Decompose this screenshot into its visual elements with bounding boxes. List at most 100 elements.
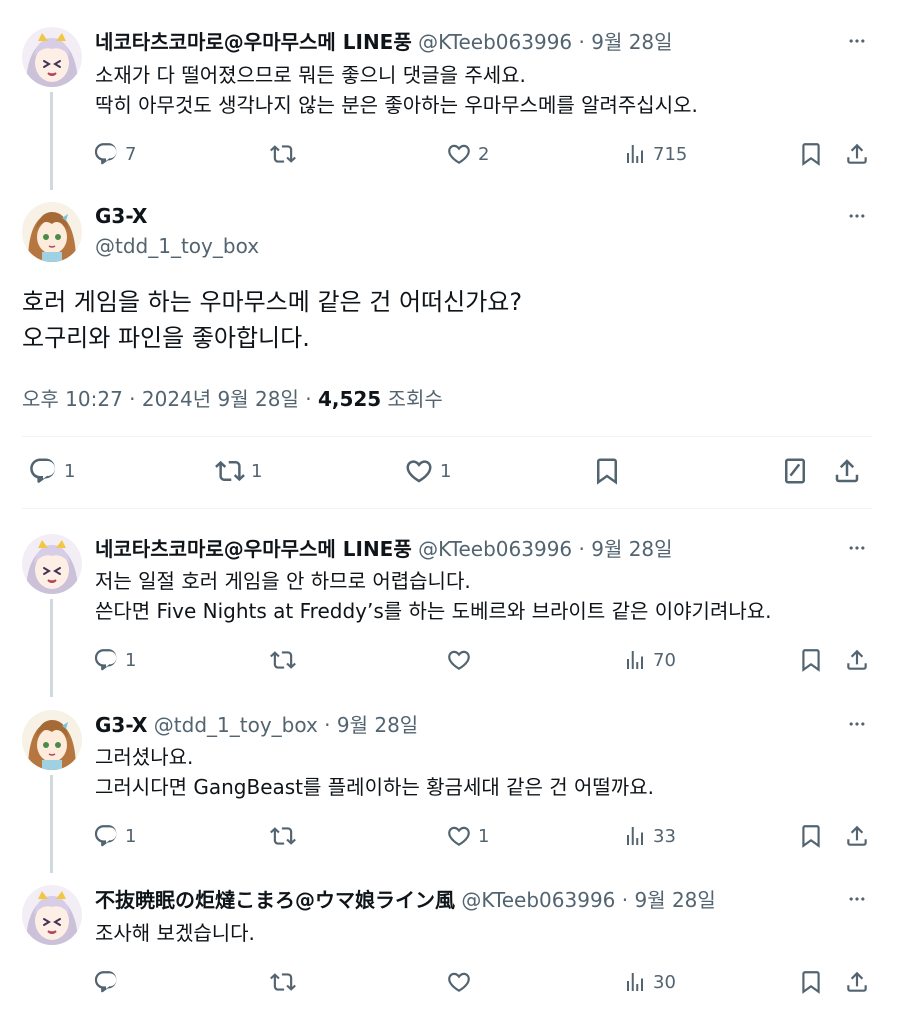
like-button[interactable]: 2: [446, 139, 489, 169]
author-meta[interactable]: @KTeeb063996 · 9월 28일: [418, 30, 672, 54]
retweet-button[interactable]: [270, 821, 302, 851]
tweet-text: 조사해 보겠습니다.: [95, 918, 255, 948]
retweet-icon: [270, 969, 296, 995]
author-meta[interactable]: @KTeeb063996 · 9월 28일: [461, 888, 715, 912]
views-button[interactable]: 30: [623, 967, 676, 997]
share-button[interactable]: [832, 456, 862, 486]
retweet-icon: [270, 823, 296, 849]
share-button[interactable]: [844, 645, 870, 675]
like-button[interactable]: 1: [404, 456, 451, 486]
share-button[interactable]: [844, 821, 870, 851]
views-icon: [623, 648, 647, 672]
heart-icon: [446, 647, 472, 673]
author-name[interactable]: 不抜暁眠の炬燵こまろ@ウマ娘ライン風: [95, 888, 455, 912]
reply-icon: [93, 141, 119, 167]
like-count: 1: [478, 825, 490, 847]
like-button[interactable]: [446, 967, 478, 997]
author-name[interactable]: G3-X: [95, 713, 147, 737]
avatar[interactable]: [22, 534, 82, 594]
bookmark-button[interactable]: [798, 645, 824, 675]
bookmark-icon: [592, 456, 622, 486]
tweet-text-line: 그러시다면 GangBeast를 플레이하는 황금세대 같은 건 어떨까요.: [95, 775, 654, 799]
views-icon: [623, 142, 647, 166]
bookmark-button[interactable]: [798, 967, 824, 997]
bookmark-icon: [798, 823, 824, 849]
tweet-text-line: 저는 일절 호러 게임을 안 하므로 어렵습니다.: [95, 569, 471, 593]
share-icon: [844, 823, 870, 849]
avatar[interactable]: [22, 27, 82, 87]
more-icon[interactable]: [842, 714, 872, 734]
heart-icon: [446, 969, 472, 995]
more-icon[interactable]: [842, 889, 872, 909]
thread-line: [50, 599, 53, 697]
share-icon: [844, 969, 870, 995]
edit-icon: [780, 456, 810, 486]
retweet-icon: [215, 456, 245, 486]
avatar[interactable]: [22, 202, 82, 262]
edit-button[interactable]: [780, 456, 810, 486]
more-icon[interactable]: [842, 31, 872, 51]
bookmark-button[interactable]: [798, 821, 824, 851]
retweet-button[interactable]: [270, 645, 302, 675]
avatar[interactable]: [22, 885, 82, 945]
share-button[interactable]: [844, 967, 870, 997]
author-meta[interactable]: @KTeeb063996 · 9월 28일: [418, 537, 672, 561]
retweet-icon: [270, 141, 296, 167]
tweet-text: 저는 일절 호러 게임을 안 하므로 어렵습니다. 쓴다면 Five Night…: [95, 566, 772, 626]
tweet-text-line: 딱히 아무것도 생각나지 않는 분은 좋아하는 우마무스메를 알려주십시오.: [95, 93, 698, 117]
reply-button[interactable]: 1: [28, 456, 75, 486]
tweet-text: 그러셨나요. 그러시다면 GangBeast를 플레이하는 황금세대 같은 건 …: [95, 742, 654, 802]
share-icon: [844, 647, 870, 673]
reply-button[interactable]: [93, 967, 125, 997]
heart-icon: [446, 823, 472, 849]
reply-count: 1: [64, 460, 76, 482]
bookmark-button[interactable]: [592, 456, 622, 486]
like-button[interactable]: [446, 645, 478, 675]
divider: [22, 508, 872, 509]
like-button[interactable]: 1: [446, 821, 489, 851]
retweet-button[interactable]: 1: [215, 456, 262, 486]
retweet-button[interactable]: [270, 967, 302, 997]
tweet-text: 호러 게임을 하는 우마무스메 같은 건 어떠신가요? 오구리와 파인을 좋아합…: [22, 284, 522, 356]
more-icon[interactable]: [842, 206, 872, 226]
author-meta[interactable]: @tdd_1_toy_box · 9월 28일: [154, 713, 418, 737]
reply-button[interactable]: 7: [93, 139, 136, 169]
reply-button[interactable]: 1: [93, 821, 136, 851]
views-button[interactable]: 70: [623, 645, 676, 675]
divider: [22, 436, 872, 437]
author-name[interactable]: 네코타츠코마로@우마무스메 LINE풍: [95, 537, 412, 561]
tweet-text-line: 오구리와 파인을 좋아합니다.: [22, 324, 310, 352]
views-icon: [623, 824, 647, 848]
reply-count: 1: [125, 649, 137, 671]
timestamp-text[interactable]: 오후 10:27 · 2024년 9월 28일 ·: [22, 387, 318, 411]
more-icon[interactable]: [842, 538, 872, 558]
views-count: 30: [653, 971, 676, 993]
views-button[interactable]: 715: [623, 139, 687, 169]
views-count: 4,525: [317, 387, 382, 411]
views-label: 조회수: [381, 387, 443, 411]
tweet-timestamp: 오후 10:27 · 2024년 9월 28일 · 4,525 조회수: [22, 383, 443, 412]
avatar[interactable]: [22, 710, 82, 770]
like-count: 1: [440, 460, 452, 482]
tweet-text: 소재가 다 떨어졌으므로 뭐든 좋으니 댓글을 주세요. 딱히 아무것도 생각나…: [95, 60, 698, 120]
share-icon: [832, 456, 862, 486]
author-handle[interactable]: @tdd_1_toy_box: [95, 234, 259, 258]
tweet-text-line: 쓴다면 Five Nights at Freddy’s를 하는 도베르와 브라이…: [95, 599, 772, 623]
author-name[interactable]: G3-X: [95, 204, 147, 228]
views-button[interactable]: 33: [623, 821, 676, 851]
thread-line: [50, 92, 53, 190]
views-count: 33: [653, 825, 676, 847]
bookmark-button[interactable]: [798, 139, 824, 169]
tweet-text-line: 호러 게임을 하는 우마무스메 같은 건 어떠신가요?: [22, 288, 523, 316]
tweet-text-line: 소재가 다 떨어졌으므로 뭐든 좋으니 댓글을 주세요.: [95, 63, 526, 87]
views-count: 715: [653, 143, 688, 165]
reply-icon: [93, 647, 119, 673]
reply-button[interactable]: 1: [93, 645, 136, 675]
retweet-button[interactable]: [270, 139, 302, 169]
share-button[interactable]: [844, 139, 870, 169]
retweet-count: 1: [251, 460, 263, 482]
author-name[interactable]: 네코타츠코마로@우마무스메 LINE풍: [95, 30, 412, 54]
reply-icon: [93, 823, 119, 849]
thread-line: [50, 775, 53, 873]
retweet-icon: [270, 647, 296, 673]
